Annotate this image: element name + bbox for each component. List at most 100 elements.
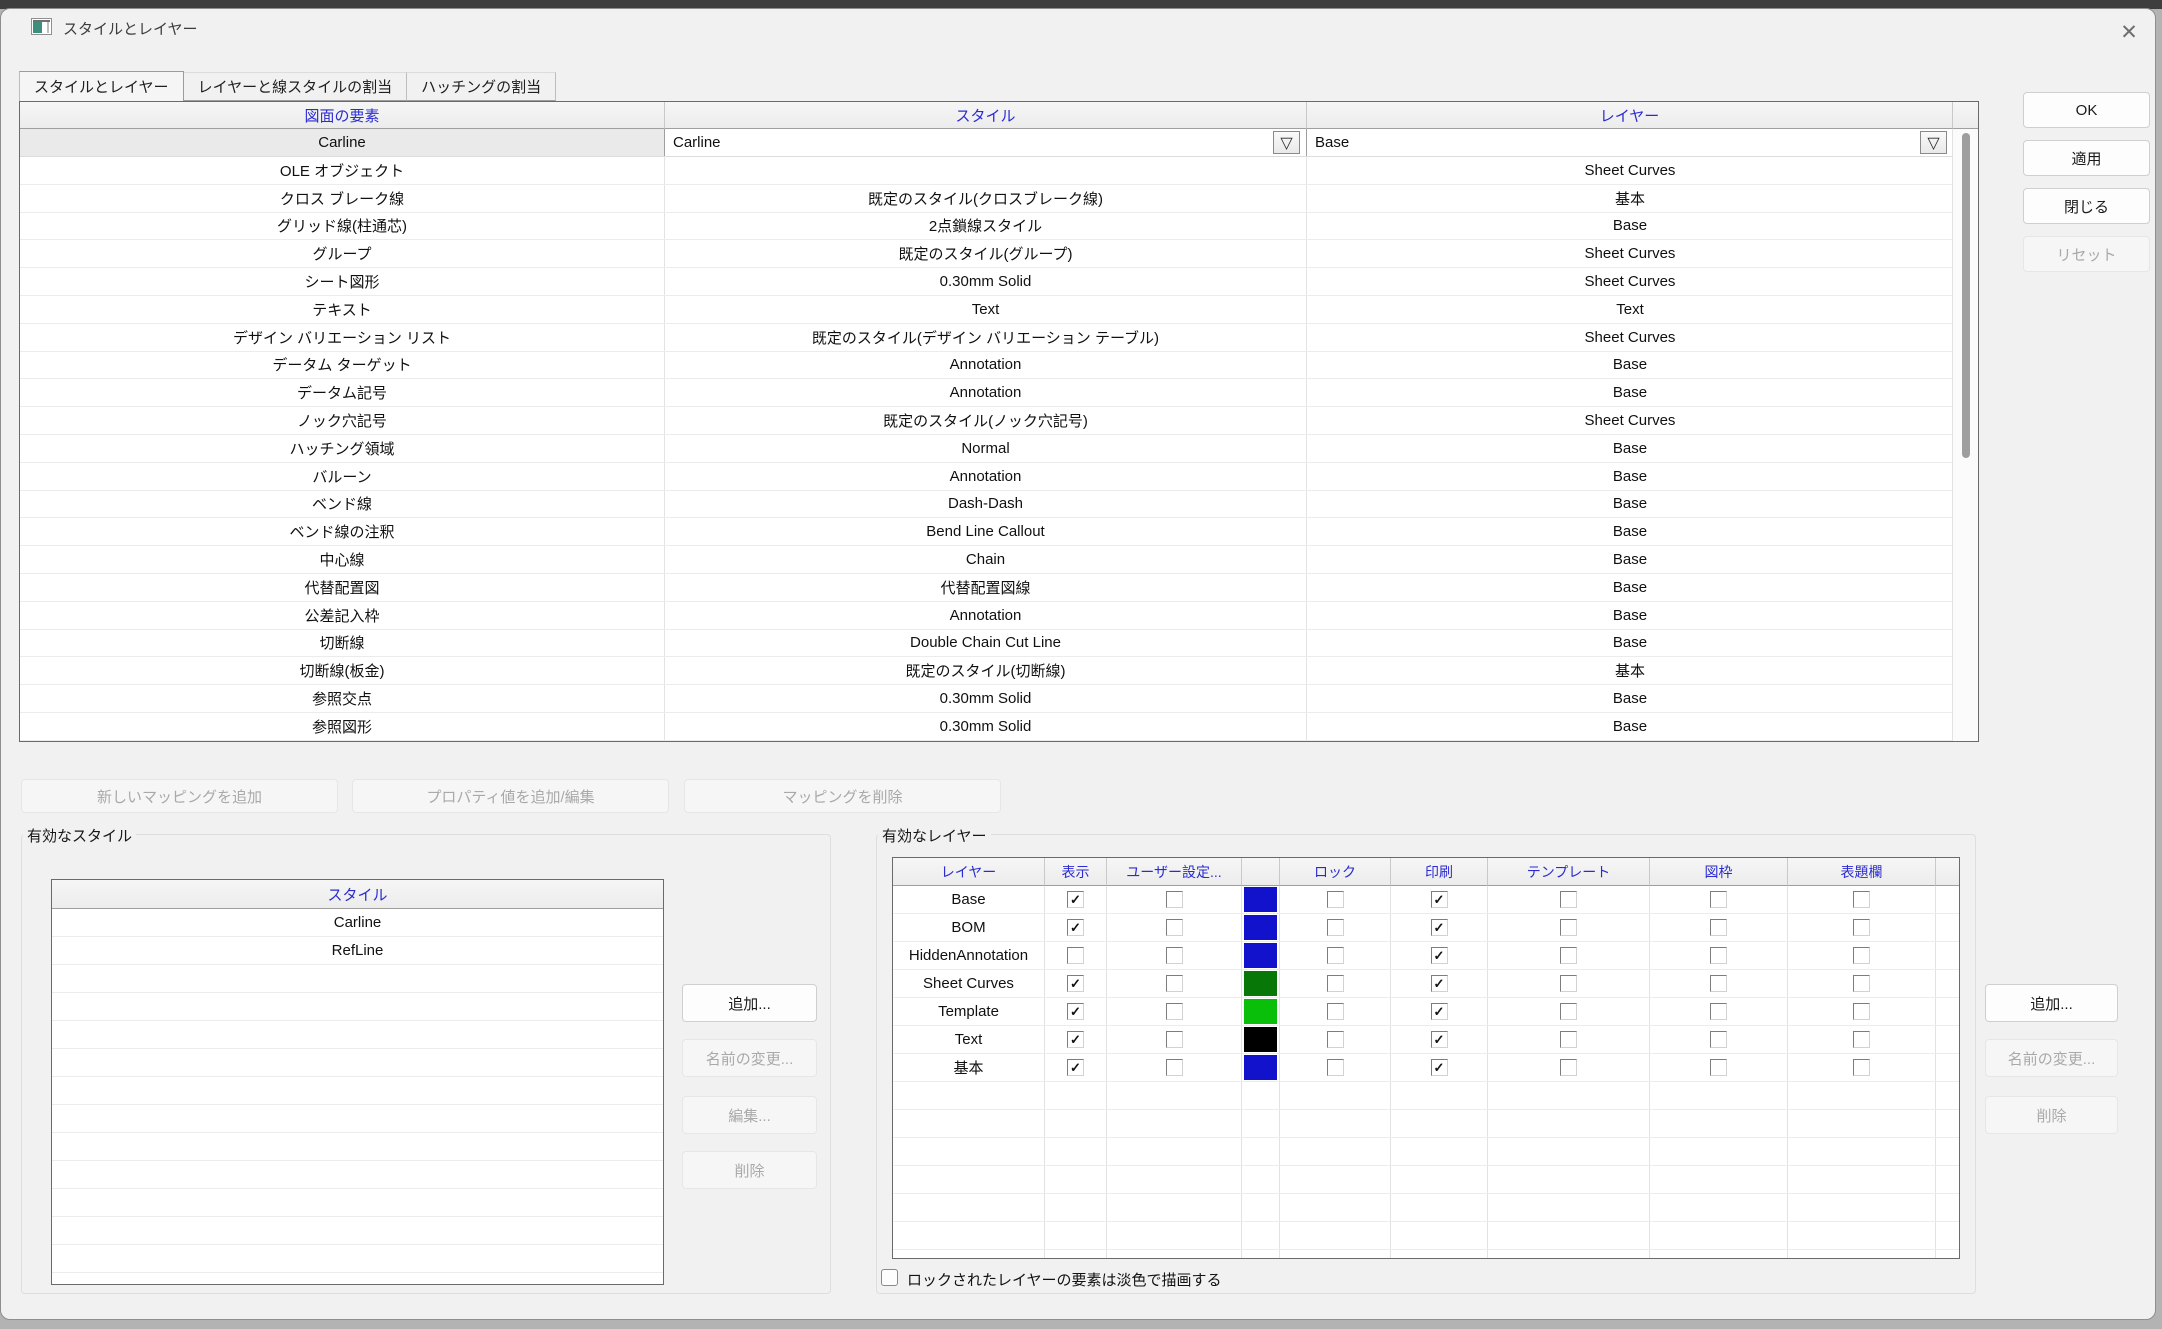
add-mapping-button[interactable]: 新しいマッピングを追加 xyxy=(21,779,338,813)
mapping-row-selected[interactable]: Carline Carline ▽ Base ▽ xyxy=(20,129,1953,157)
close-icon[interactable]: ✕ xyxy=(2109,15,2149,49)
layer-userstyle-checkbox[interactable] xyxy=(1166,919,1183,936)
style-add-button[interactable]: 追加... xyxy=(682,984,817,1022)
layer-titleblock-checkbox[interactable] xyxy=(1853,1031,1870,1048)
layer-combo-field[interactable]: Base ▽ xyxy=(1307,129,1953,156)
column-header-style[interactable]: スタイル xyxy=(665,102,1307,129)
mapping-row[interactable]: ベンド線の注釈Bend Line CalloutBase xyxy=(20,518,1953,546)
layer-titleblock-checkbox[interactable] xyxy=(1853,891,1870,908)
style-list-item[interactable]: RefLine xyxy=(52,937,663,965)
layer-frame-checkbox[interactable] xyxy=(1710,891,1727,908)
layer-print-checkbox[interactable]: ✓ xyxy=(1431,919,1448,936)
layer-color-swatch[interactable] xyxy=(1244,1027,1277,1052)
layer-frame-checkbox[interactable] xyxy=(1710,1003,1727,1020)
mapping-row[interactable]: データム ターゲットAnnotationBase xyxy=(20,352,1953,380)
layer-print-checkbox[interactable]: ✓ xyxy=(1431,1059,1448,1076)
layer-template-checkbox[interactable] xyxy=(1560,1003,1577,1020)
mapping-row[interactable]: OLE オブジェクトSheet Curves xyxy=(20,157,1953,185)
layer-lock-checkbox[interactable] xyxy=(1327,919,1344,936)
layer-userstyle-checkbox[interactable] xyxy=(1166,1003,1183,1020)
mapping-row[interactable]: バルーンAnnotationBase xyxy=(20,463,1953,491)
column-header-element[interactable]: 図面の要素 xyxy=(20,102,665,129)
tab-hatching-assignment[interactable]: ハッチングの割当 xyxy=(407,72,556,101)
layer-userstyle-checkbox[interactable] xyxy=(1166,947,1183,964)
layer-color-swatch[interactable] xyxy=(1244,887,1277,912)
layer-template-checkbox[interactable] xyxy=(1560,947,1577,964)
layer-lock-checkbox[interactable] xyxy=(1327,1031,1344,1048)
column-header-user-style[interactable]: ユーザー設定... xyxy=(1107,858,1242,886)
reset-button[interactable]: リセット xyxy=(2023,236,2150,272)
mapping-row[interactable]: デザイン バリエーション リスト既定のスタイル(デザイン バリエーション テーブ… xyxy=(20,324,1953,352)
layer-lock-checkbox[interactable] xyxy=(1327,1003,1344,1020)
mapping-row[interactable]: テキストTextText xyxy=(20,296,1953,324)
mapping-row[interactable]: 切断線Double Chain Cut LineBase xyxy=(20,630,1953,658)
column-header-lock[interactable]: ロック xyxy=(1280,858,1391,886)
layer-row[interactable]: 基本✓✓ xyxy=(893,1054,1959,1082)
layer-userstyle-checkbox[interactable] xyxy=(1166,1031,1183,1048)
layer-titleblock-checkbox[interactable] xyxy=(1853,1003,1870,1020)
layer-visible-checkbox[interactable]: ✓ xyxy=(1067,919,1084,936)
layer-frame-checkbox[interactable] xyxy=(1710,975,1727,992)
layer-print-checkbox[interactable]: ✓ xyxy=(1431,891,1448,908)
layer-row[interactable]: Base✓✓ xyxy=(893,886,1959,914)
layer-template-checkbox[interactable] xyxy=(1560,919,1577,936)
column-header-title-block[interactable]: 表題欄 xyxy=(1788,858,1936,886)
layer-titleblock-checkbox[interactable] xyxy=(1853,975,1870,992)
layer-frame-checkbox[interactable] xyxy=(1710,1059,1727,1076)
style-dropdown-button[interactable]: ▽ xyxy=(1273,131,1300,154)
layer-visible-checkbox[interactable]: ✓ xyxy=(1067,1003,1084,1020)
ok-button[interactable]: OK xyxy=(2023,92,2150,128)
mapping-row[interactable]: 切断線(板金)既定のスタイル(切断線)基本 xyxy=(20,657,1953,685)
mapping-row[interactable]: シート図形0.30mm SolidSheet Curves xyxy=(20,268,1953,296)
layer-userstyle-checkbox[interactable] xyxy=(1166,1059,1183,1076)
layer-print-checkbox[interactable]: ✓ xyxy=(1431,1003,1448,1020)
style-list-item[interactable]: Carline xyxy=(52,909,663,937)
scrollbar-thumb[interactable] xyxy=(1962,133,1970,458)
apply-button[interactable]: 適用 xyxy=(2023,140,2150,176)
layer-template-checkbox[interactable] xyxy=(1560,1059,1577,1076)
column-header-frame[interactable]: 図枠 xyxy=(1650,858,1788,886)
layer-row[interactable]: Template✓✓ xyxy=(893,998,1959,1026)
column-header-template[interactable]: テンプレート xyxy=(1488,858,1650,886)
layer-userstyle-checkbox[interactable] xyxy=(1166,891,1183,908)
layer-row[interactable]: Text✓✓ xyxy=(893,1026,1959,1054)
layer-frame-checkbox[interactable] xyxy=(1710,1031,1727,1048)
mapping-row[interactable]: 中心線ChainBase xyxy=(20,546,1953,574)
edit-property-button[interactable]: プロパティ値を追加/編集 xyxy=(352,779,669,813)
mapping-row[interactable]: 公差記入枠AnnotationBase xyxy=(20,602,1953,630)
mapping-table-scrollbar[interactable] xyxy=(1952,129,1978,741)
mapping-row[interactable]: データム記号AnnotationBase xyxy=(20,379,1953,407)
column-header-print[interactable]: 印刷 xyxy=(1391,858,1488,886)
column-header-layer[interactable]: レイヤー xyxy=(1307,102,1953,129)
layer-color-swatch[interactable] xyxy=(1244,943,1277,968)
layer-template-checkbox[interactable] xyxy=(1560,1031,1577,1048)
layer-visible-checkbox[interactable]: ✓ xyxy=(1067,1031,1084,1048)
layer-template-checkbox[interactable] xyxy=(1560,975,1577,992)
column-header-layer-name[interactable]: レイヤー xyxy=(893,858,1045,886)
mapping-row[interactable]: 参照交点0.30mm SolidBase xyxy=(20,685,1953,713)
mapping-row[interactable]: グループ既定のスタイル(グループ)Sheet Curves xyxy=(20,240,1953,268)
layer-frame-checkbox[interactable] xyxy=(1710,919,1727,936)
style-rename-button[interactable]: 名前の変更... xyxy=(682,1039,817,1077)
delete-mapping-button[interactable]: マッピングを削除 xyxy=(684,779,1001,813)
layer-delete-button[interactable]: 削除 xyxy=(1985,1096,2118,1134)
layer-visible-checkbox[interactable]: ✓ xyxy=(1067,891,1084,908)
layer-titleblock-checkbox[interactable] xyxy=(1853,919,1870,936)
column-header-visible[interactable]: 表示 xyxy=(1045,858,1107,886)
tab-layer-linestyle-assignment[interactable]: レイヤーと線スタイルの割当 xyxy=(184,72,408,101)
style-edit-button[interactable]: 編集... xyxy=(682,1096,817,1134)
layer-visible-checkbox[interactable] xyxy=(1067,947,1084,964)
layer-lock-checkbox[interactable] xyxy=(1327,947,1344,964)
layer-row[interactable]: BOM✓✓ xyxy=(893,914,1959,942)
layer-color-swatch[interactable] xyxy=(1244,1055,1277,1080)
mapping-row[interactable]: ベンド線Dash-DashBase xyxy=(20,491,1953,519)
layer-lock-checkbox[interactable] xyxy=(1327,975,1344,992)
layer-titleblock-checkbox[interactable] xyxy=(1853,947,1870,964)
layer-titleblock-checkbox[interactable] xyxy=(1853,1059,1870,1076)
mapping-row[interactable]: 代替配置図代替配置図線Base xyxy=(20,574,1953,602)
layer-add-button[interactable]: 追加... xyxy=(1985,984,2118,1022)
layer-print-checkbox[interactable]: ✓ xyxy=(1431,947,1448,964)
layer-rename-button[interactable]: 名前の変更... xyxy=(1985,1039,2118,1077)
layer-print-checkbox[interactable]: ✓ xyxy=(1431,1031,1448,1048)
layer-visible-checkbox[interactable]: ✓ xyxy=(1067,975,1084,992)
